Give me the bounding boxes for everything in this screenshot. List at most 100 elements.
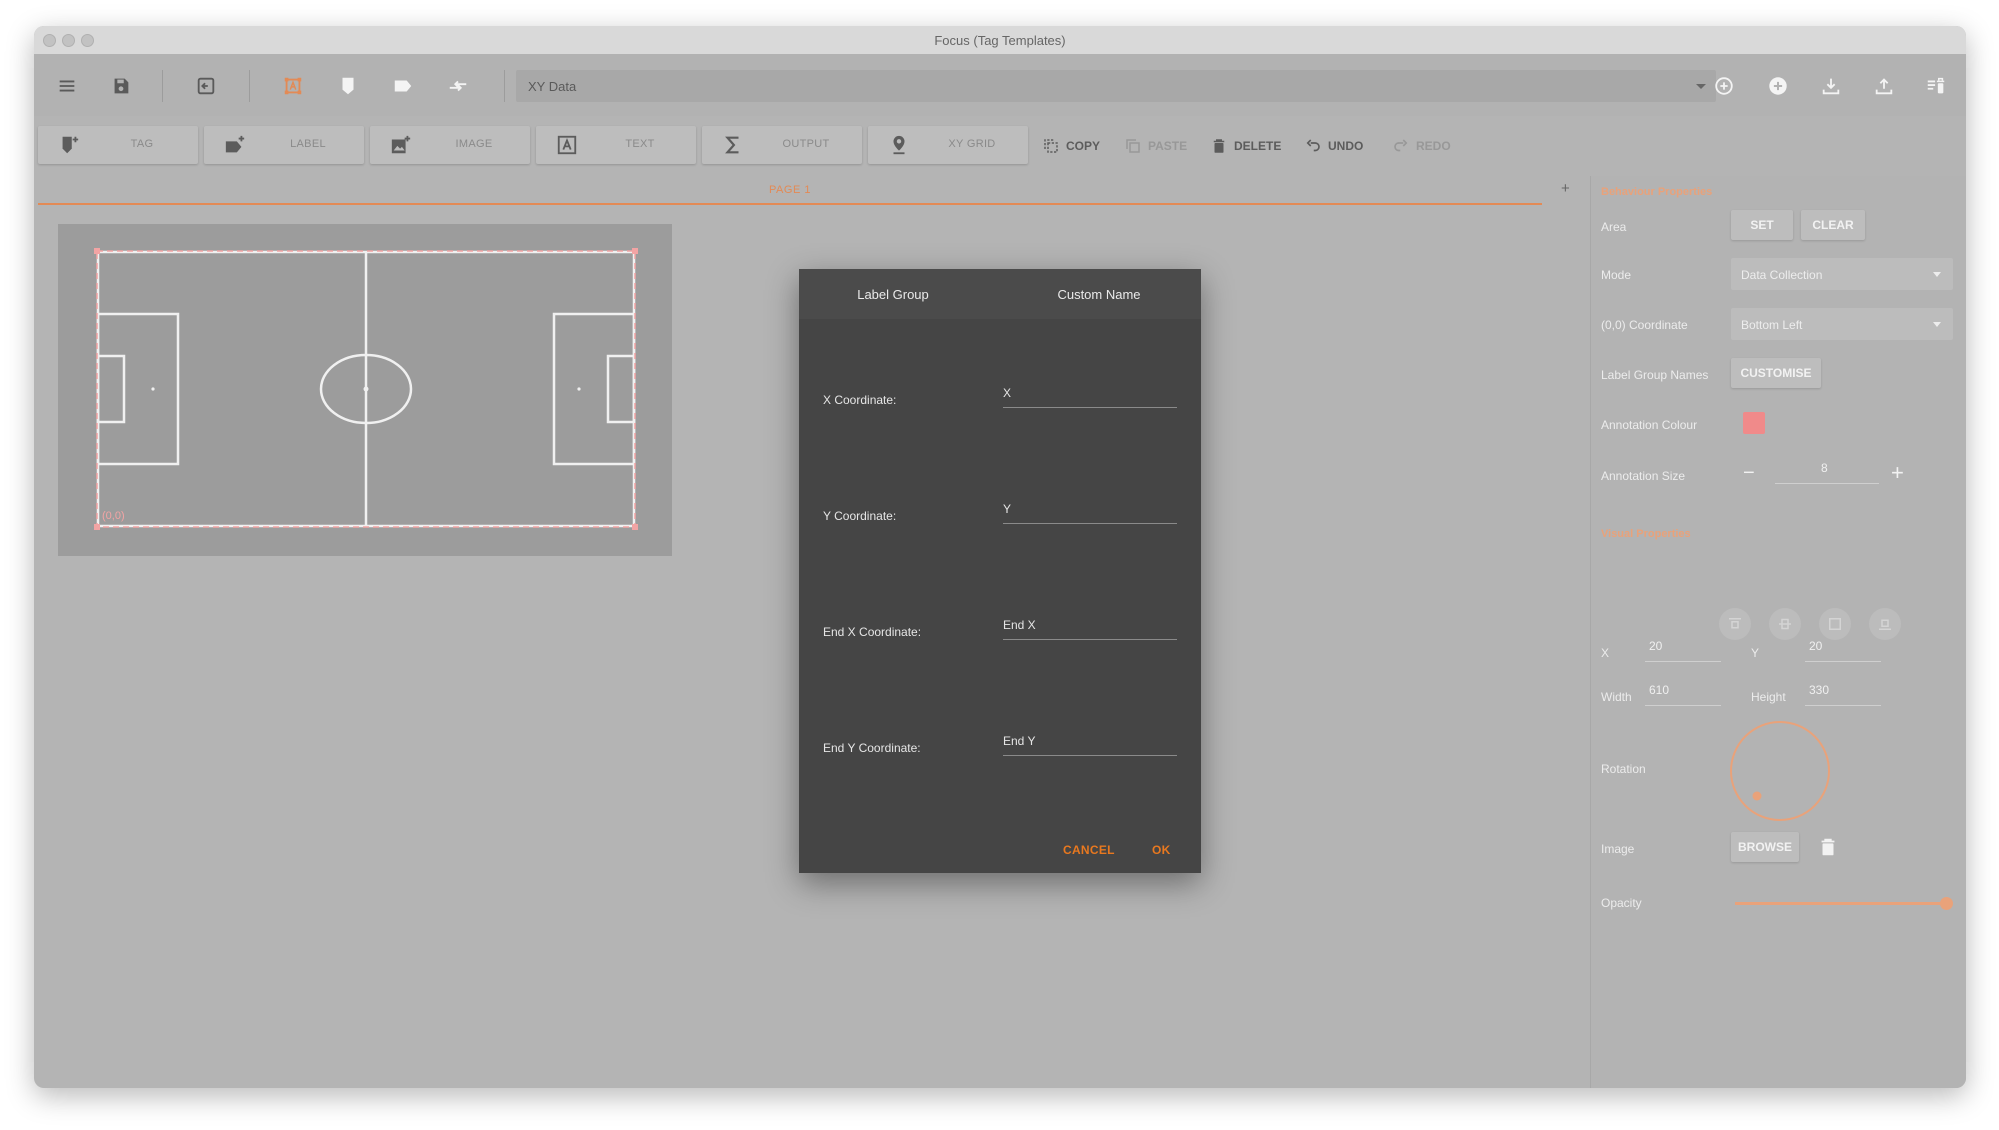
toolbar-divider: [249, 70, 250, 102]
y-field[interactable]: 20: [1805, 637, 1881, 662]
chevron-down-icon: [1933, 322, 1941, 327]
set-area-button[interactable]: SET: [1731, 210, 1793, 240]
add-page-button[interactable]: +: [1561, 180, 1570, 197]
undo-button[interactable]: UNDO: [1304, 136, 1363, 156]
decrease-size-button[interactable]: −: [1743, 462, 1755, 485]
label-group-names-label: Label Group Names: [1601, 368, 1709, 382]
rotation-dial[interactable]: [1727, 718, 1833, 824]
tag-tool-button[interactable]: TAG: [38, 126, 198, 164]
cancel-button[interactable]: CANCEL: [1063, 843, 1115, 857]
add-image-icon: [390, 134, 412, 156]
save-icon[interactable]: [107, 72, 135, 100]
align-middle-icon[interactable]: [1769, 608, 1801, 640]
trash-icon: [1213, 139, 1225, 153]
text-icon: [556, 134, 578, 156]
x-label: X: [1601, 646, 1610, 660]
delete-button[interactable]: DELETE: [1210, 136, 1281, 156]
height-field[interactable]: 330: [1805, 681, 1881, 706]
delete-list-icon[interactable]: [1922, 72, 1950, 100]
label-icon[interactable]: [389, 72, 417, 100]
add-circle-icon[interactable]: [1764, 72, 1792, 100]
properties-panel: Behaviour Properties Area SET CLEAR Mode…: [1590, 176, 1966, 1088]
copy-button[interactable]: COPY: [1042, 136, 1100, 156]
ok-button[interactable]: OK: [1152, 843, 1171, 857]
canvas-page[interactable]: (0,0): [58, 224, 672, 556]
trash-icon[interactable]: [1817, 836, 1839, 858]
align-bottom-icon[interactable]: [1869, 608, 1901, 640]
add-label-icon: [224, 134, 246, 156]
menu-icon[interactable]: [53, 72, 81, 100]
location-pin-icon: [888, 134, 910, 156]
paste-icon: [1126, 139, 1140, 153]
label-group-dialog: Label Group Custom Name X Coordinate: Y …: [799, 269, 1201, 873]
dialog-tabs: Label Group Custom Name: [799, 269, 1201, 319]
y-coordinate-field[interactable]: [1003, 497, 1177, 521]
page-tabs: PAGE 1 +: [38, 176, 1578, 205]
y-coordinate-field-wrap: [1003, 497, 1177, 524]
x-coordinate-row: X Coordinate:: [823, 381, 1177, 421]
pitch-image: (0,0): [94, 248, 638, 530]
output-tool-button[interactable]: OUTPUT: [702, 126, 862, 164]
end-y-coordinate-row: End Y Coordinate:: [823, 729, 1177, 769]
redo-button[interactable]: REDO: [1392, 136, 1451, 156]
opacity-label: Opacity: [1601, 896, 1642, 910]
window-title: Focus (Tag Templates): [934, 33, 1066, 48]
end-x-coordinate-label: End X Coordinate:: [823, 625, 922, 639]
tool-bar: TAG LABEL IMAGE TEXT OUTPUT XY GRID COPY: [34, 122, 1966, 168]
tab-page-1[interactable]: PAGE 1: [38, 176, 1542, 205]
image-tool-button[interactable]: IMAGE: [370, 126, 530, 164]
label-tool-button[interactable]: LABEL: [204, 126, 364, 164]
tag-icon[interactable]: [334, 72, 362, 100]
customise-button[interactable]: CUSTOMISE: [1731, 358, 1821, 388]
copy-icon: [1044, 139, 1058, 153]
width-field[interactable]: 610: [1645, 681, 1721, 706]
add-circle-outline-icon[interactable]: [1710, 72, 1738, 100]
toolbar-divider: [504, 70, 505, 102]
mode-select[interactable]: Data Collection: [1731, 258, 1953, 290]
exit-icon[interactable]: [192, 72, 220, 100]
text-tool-button[interactable]: TEXT: [536, 126, 696, 164]
chevron-down-icon: [1696, 84, 1706, 89]
height-label: Height: [1751, 690, 1786, 704]
end-y-coordinate-field-wrap: [1003, 729, 1177, 756]
increase-size-button[interactable]: +: [1891, 460, 1904, 486]
top-toolbar: XY Data: [34, 54, 1966, 116]
data-type-dropdown[interactable]: XY Data: [516, 70, 1716, 102]
end-x-coordinate-field-wrap: [1003, 613, 1177, 640]
end-y-coordinate-field[interactable]: [1003, 729, 1177, 753]
bring-to-front-icon[interactable]: [1819, 608, 1851, 640]
align-top-icon[interactable]: [1719, 608, 1751, 640]
opacity-slider-thumb[interactable]: [1940, 897, 1953, 910]
y-coordinate-label: Y Coordinate:: [823, 509, 897, 523]
end-y-coordinate-label: End Y Coordinate:: [823, 741, 921, 755]
end-x-coordinate-field[interactable]: [1003, 613, 1177, 637]
chevron-down-icon: [1933, 272, 1941, 277]
tab-custom-name[interactable]: Custom Name: [1019, 287, 1179, 302]
behaviour-properties-heading: Behaviour Properties: [1601, 186, 1713, 198]
paste-button[interactable]: PASTE: [1124, 136, 1187, 156]
sigma-icon: [722, 134, 744, 156]
browse-button[interactable]: BROWSE: [1731, 832, 1799, 862]
opacity-slider-track[interactable]: [1735, 902, 1947, 905]
x-field[interactable]: 20: [1645, 637, 1721, 662]
annotation-colour-swatch[interactable]: [1743, 412, 1765, 434]
select-area-icon[interactable]: [279, 72, 307, 100]
app-window: Focus (Tag Templates) XY Data TAG LABEL …: [34, 26, 1966, 1088]
end-x-coordinate-row: End X Coordinate:: [823, 613, 1177, 653]
area-label: Area: [1601, 220, 1627, 234]
image-label: Image: [1601, 842, 1635, 856]
data-type-value: XY Data: [528, 79, 577, 94]
x-coordinate-field[interactable]: [1003, 381, 1177, 405]
x-coordinate-label: X Coordinate:: [823, 393, 897, 407]
clear-area-button[interactable]: CLEAR: [1801, 210, 1865, 240]
redo-icon: [1394, 139, 1408, 152]
annotation-size-field[interactable]: 8: [1775, 459, 1879, 484]
origin-coordinate-select[interactable]: Bottom Left: [1731, 308, 1953, 340]
upload-icon[interactable]: [1870, 72, 1898, 100]
download-icon[interactable]: [1817, 72, 1845, 100]
toolbar-divider: [162, 70, 163, 102]
xy-grid-tool-button[interactable]: XY GRID: [868, 126, 1028, 164]
y-coordinate-row: Y Coordinate:: [823, 497, 1177, 537]
tab-label-group[interactable]: Label Group: [823, 287, 963, 302]
swap-icon[interactable]: [444, 72, 472, 100]
